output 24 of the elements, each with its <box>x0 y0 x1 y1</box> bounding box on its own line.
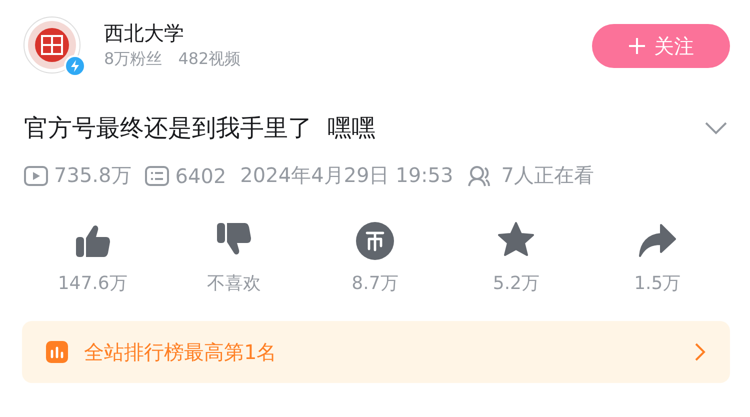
danmaku-icon <box>145 164 170 186</box>
rank-text: 全站排行榜最高第1名 <box>84 338 278 366</box>
watching-count: 7人正在看 <box>501 162 594 189</box>
plus-icon <box>628 37 646 55</box>
chevron-icon[interactable] <box>704 121 728 135</box>
view-count: 735.8万 <box>54 162 132 189</box>
rank-banner[interactable]: 全站排行榜最高第1名 <box>22 321 730 383</box>
follow-button[interactable]: 关注 <box>592 24 730 68</box>
action-label: 147.6万 <box>58 272 128 295</box>
action-label: 8.7万 <box>352 272 398 295</box>
uploader-name[interactable]: 西北大学 <box>104 20 592 47</box>
danmaku-count: 6402 <box>175 164 226 188</box>
chart-icon <box>46 341 68 363</box>
action-label: 不喜欢 <box>206 272 261 295</box>
action-label: 5.2万 <box>492 272 540 295</box>
play-icon <box>24 164 48 186</box>
video-title: 官方号最终还是到我手里了 嘿嘿 <box>24 113 376 144</box>
action-label: 1.5万 <box>634 272 681 295</box>
avatar[interactable] <box>22 15 82 75</box>
follower-count: 8万粉丝 <box>104 49 162 70</box>
coin-icon[interactable] <box>354 221 395 261</box>
video-count: 482视频 <box>178 49 241 70</box>
chevron-right-icon <box>694 342 706 362</box>
publish-date: 2024年4月29日 19:53 <box>240 162 454 189</box>
